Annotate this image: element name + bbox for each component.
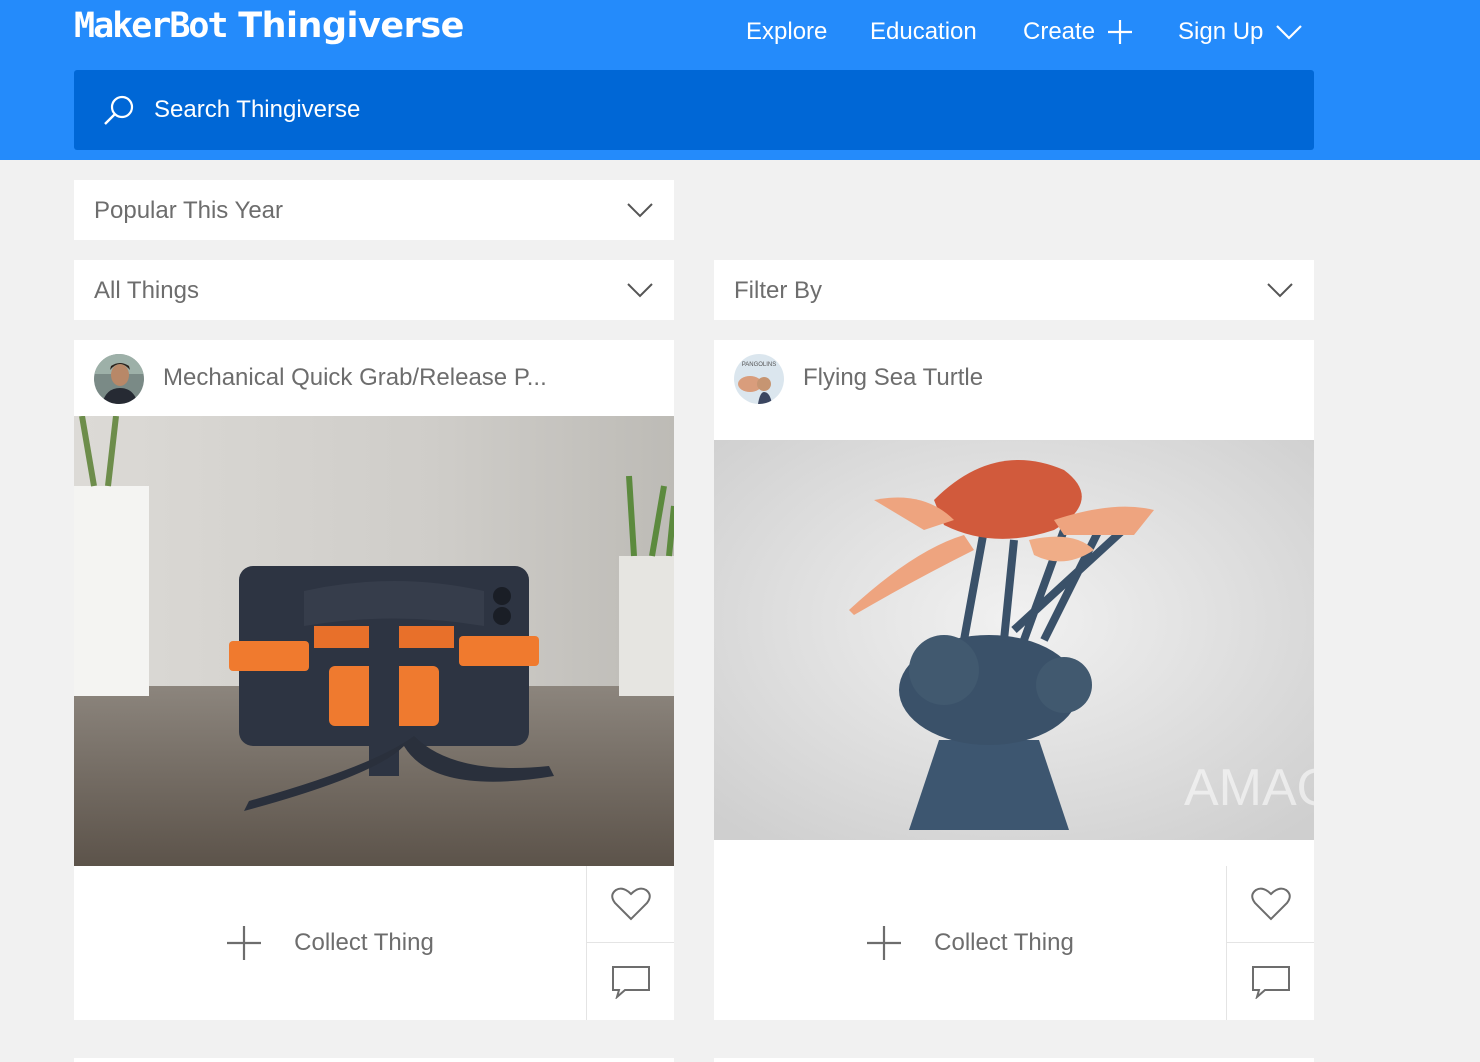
plus-icon — [1108, 20, 1133, 44]
nav-education-label: Education — [870, 18, 977, 45]
site-header: MakerBot Thingiverse Explore Education C… — [0, 0, 1480, 160]
card-actions: Collect Thing — [74, 866, 674, 1020]
plus-icon — [227, 926, 262, 960]
heart-icon — [1250, 887, 1291, 921]
heart-icon — [610, 887, 651, 921]
comment-button[interactable] — [586, 943, 674, 1020]
logo-makerbot: MakerBot — [74, 6, 229, 46]
thing-card-partial — [74, 1058, 674, 1062]
chevron-down-icon — [1267, 283, 1293, 298]
logo[interactable]: MakerBot Thingiverse — [74, 6, 464, 46]
avatar[interactable]: PANGOLINS — [734, 354, 784, 404]
thing-title[interactable]: Mechanical Quick Grab/Release P... — [163, 364, 547, 392]
nav-explore-label: Explore — [746, 18, 828, 45]
chevron-down-icon — [627, 203, 653, 218]
logo-thingiverse: Thingiverse — [238, 6, 464, 46]
filter-by-dropdown-label: Filter By — [734, 277, 823, 304]
card-actions: Collect Thing — [714, 866, 1314, 1020]
comment-icon — [1251, 965, 1290, 999]
thing-thumbnail[interactable]: AMAO — [714, 440, 1314, 840]
avatar[interactable] — [94, 354, 144, 404]
image-watermark: AMAO — [1184, 759, 1314, 817]
type-dropdown[interactable]: All Things — [74, 260, 674, 320]
avatar-caption: PANGOLINS — [742, 362, 777, 368]
chevron-down-icon — [1276, 25, 1303, 40]
nav-signup[interactable]: Sign Up — [1178, 16, 1303, 48]
search-bar[interactable] — [74, 70, 1314, 150]
chevron-down-icon — [627, 283, 653, 298]
thing-thumbnail[interactable] — [74, 416, 674, 866]
collect-thing-label: Collect Thing — [934, 929, 1074, 956]
filter-by-dropdown[interactable]: Filter By — [714, 260, 1314, 320]
thing-card: Mechanical Quick Grab/Release P... Colle… — [74, 340, 674, 1020]
type-dropdown-label: All Things — [94, 277, 199, 304]
nav-education[interactable]: Education — [870, 16, 977, 48]
thing-title[interactable]: Flying Sea Turtle — [803, 364, 983, 392]
search-icon — [104, 95, 134, 125]
search-input[interactable] — [154, 90, 1274, 130]
comment-button[interactable] — [1226, 943, 1314, 1020]
collect-thing-button[interactable]: Collect Thing — [714, 866, 1226, 1020]
comment-icon — [611, 965, 650, 999]
plus-icon — [867, 926, 902, 960]
thing-card: PANGOLINS Flying Sea Turtle AMAO — [714, 340, 1314, 1020]
like-button[interactable] — [586, 866, 674, 943]
nav-explore[interactable]: Explore — [746, 16, 827, 48]
nav-signup-label: Sign Up — [1178, 18, 1264, 45]
thing-card-partial — [714, 1058, 1314, 1062]
collect-thing-label: Collect Thing — [294, 929, 434, 956]
like-button[interactable] — [1226, 866, 1314, 943]
sort-dropdown[interactable]: Popular This Year — [74, 180, 674, 240]
sort-dropdown-label: Popular This Year — [94, 197, 284, 224]
nav-create[interactable]: Create — [1023, 16, 1133, 48]
collect-thing-button[interactable]: Collect Thing — [74, 866, 586, 1020]
nav-create-label: Create — [1023, 18, 1096, 45]
